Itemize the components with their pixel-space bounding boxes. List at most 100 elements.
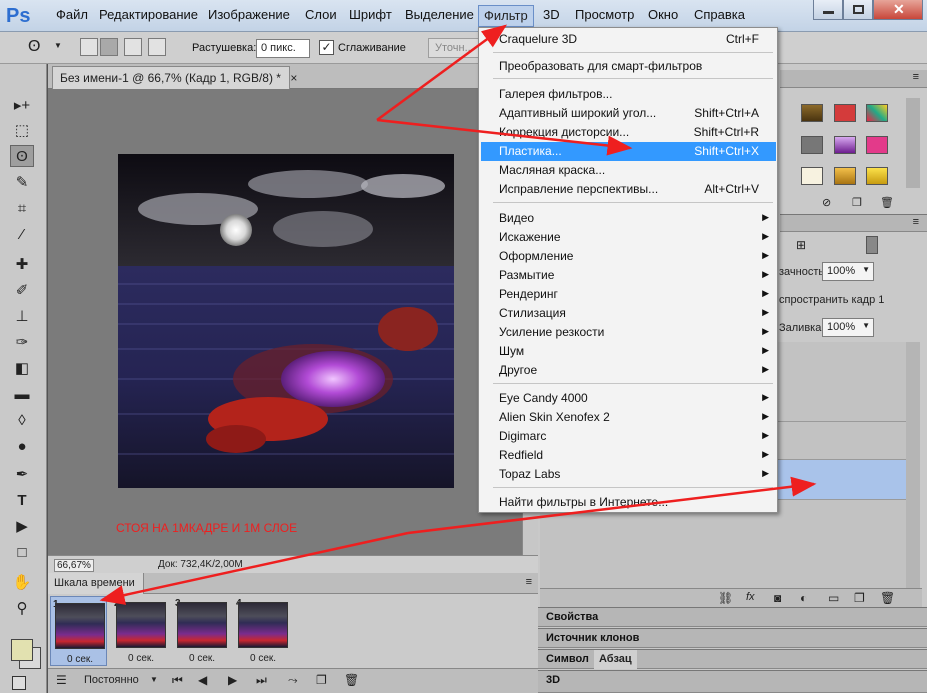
menu-edit[interactable]: Редактирование [99,7,198,22]
menu-item-stylize[interactable]: Стилизация [499,306,566,320]
new-layer-icon[interactable]: ❐ [854,591,865,605]
lasso-tool-icon[interactable]: ʘ [10,145,34,167]
type-tool-icon[interactable]: T [10,490,34,512]
style-swatch[interactable] [801,104,823,122]
link-layers-icon[interactable]: ⛓ [718,591,733,605]
menu-type[interactable]: Шрифт [349,7,392,22]
menu-item-adaptive-wide-angle[interactable]: Адаптивный широкий угол... [499,106,656,120]
brush-tool-icon[interactable]: ✐ [10,280,34,302]
menu-item-last-filter[interactable]: Craquelure 3D [499,32,577,46]
loop-select[interactable]: Постоянно [84,674,139,686]
layers-scrollbar[interactable] [906,342,920,590]
menu-filter[interactable]: Фильтр [478,5,534,27]
character-tab-label[interactable]: Символ [546,653,589,665]
fill-dropdown-icon[interactable]: ▼ [862,321,870,330]
opacity-input[interactable]: 100% ▼ [822,262,874,281]
filter-toggle-icon[interactable] [866,236,878,254]
eyedropper-tool-icon[interactable]: ⁄ [10,224,34,246]
adjustment-layer-icon[interactable]: ◐ [800,591,807,605]
feather-input[interactable]: 0 пикс. [256,39,310,58]
menu-layers[interactable]: Слои [305,7,337,22]
menu-item-topaz[interactable]: Topaz Labs [499,467,560,481]
menu-item-digimarc[interactable]: Digimarc [499,429,546,443]
menu-item-filter-gallery[interactable]: Галерея фильтров... [499,87,612,101]
timeline-frame-4[interactable]: 4 0 сек. [234,596,291,666]
tab-close-icon[interactable]: × [290,71,297,85]
lasso-preset-icon[interactable]: ʘ [28,38,40,56]
frame-delay[interactable]: 0 сек. [67,654,93,665]
duplicate-frame-icon[interactable]: ❐ [316,673,327,687]
antialias-checkbox[interactable]: ✓ [319,40,334,55]
frame-delay[interactable]: 0 сек. [189,653,215,664]
frame-delay[interactable]: 0 сек. [250,653,276,664]
next-frame-icon[interactable]: ⏭ [256,673,267,688]
mask-icon[interactable]: ◙ [774,591,781,605]
menu-3d[interactable]: 3D [543,7,560,22]
blur-tool-icon[interactable]: ◊ [10,410,34,432]
healing-brush-tool-icon[interactable]: ✚ [10,254,34,276]
timeline-title[interactable]: Шкала времени [48,573,144,594]
panel-menu-icon[interactable]: ≡ [913,216,919,228]
new-selection-icon[interactable] [80,38,98,56]
move-tool-icon[interactable]: ▸+ [10,95,34,117]
fx-icon[interactable]: fx [746,591,755,603]
gradient-tool-icon[interactable]: ▬ [10,384,34,406]
menu-help[interactable]: Справка [694,7,745,22]
style-swatch[interactable] [866,104,888,122]
paragraph-tab-label[interactable]: Абзац [594,650,637,669]
new-style-icon[interactable]: ❐ [852,196,862,209]
group-icon[interactable]: ▭ [828,591,839,605]
menu-item-lens-correction[interactable]: Коррекция дисторсии... [499,125,629,139]
menu-item-vanishing-point[interactable]: Исправление перспективы... [499,182,658,196]
minimize-button[interactable] [813,0,843,20]
history-brush-tool-icon[interactable]: ✑ [10,332,34,354]
quick-mask-icon[interactable] [12,676,26,690]
menu-item-sharpen[interactable]: Усиление резкости [499,325,604,339]
close-window-button[interactable]: ✕ [873,0,923,20]
menu-item-video[interactable]: Видео [499,211,534,225]
clear-style-icon[interactable]: ⊘ [822,196,831,209]
menu-item-other[interactable]: Другое [499,363,537,377]
timeline-menu-icon[interactable]: ≡ [526,576,532,588]
hand-tool-icon[interactable]: ✋ [10,572,34,594]
rectangle-tool-icon[interactable]: □ [10,542,34,564]
fill-input[interactable]: 100% ▼ [822,318,874,337]
zoom-tool-icon[interactable]: ⚲ [10,598,34,620]
menu-item-oil-paint[interactable]: Масляная краска... [499,163,605,177]
3d-panel-tab[interactable]: 3D [538,670,927,693]
menu-item-blur[interactable]: Размытие [499,268,554,282]
style-swatch[interactable] [866,136,888,154]
delete-layer-icon[interactable]: 🗑 [880,591,895,605]
style-swatch[interactable] [866,167,888,185]
menu-item-smart-filters[interactable]: Преобразовать для смарт-фильтров [499,59,702,73]
style-swatch[interactable] [834,104,856,122]
propagate-frame-label[interactable]: спространить кадр 1 [779,294,884,306]
menu-item-browse-online[interactable]: Найти фильтры в Интернете... [499,495,668,509]
quick-selection-tool-icon[interactable]: ✎ [10,172,34,194]
menu-select[interactable]: Выделение [405,7,474,22]
delete-style-icon[interactable]: 🗑 [880,196,894,209]
menu-file[interactable]: Файл [56,7,88,22]
style-swatch[interactable] [801,136,823,154]
frame-delay[interactable]: 0 сек. [128,653,154,664]
menu-item-redfield[interactable]: Redfield [499,448,543,462]
first-frame-icon[interactable]: ⏮ [172,673,183,688]
crop-tool-icon[interactable]: ⌗ [10,198,34,220]
preset-dropdown-arrow-icon[interactable]: ▼ [54,41,62,50]
properties-panel-tab[interactable]: Свойства [538,607,927,627]
menu-item-liquify[interactable]: Пластика... [499,144,562,158]
panel-menu-icon[interactable]: ≡ [913,71,919,83]
menu-item-distort[interactable]: Искажение [499,230,561,244]
menu-item-render[interactable]: Рендеринг [499,287,558,301]
menu-item-eye-candy[interactable]: Eye Candy 4000 [499,391,588,405]
foreground-color-swatch[interactable] [11,639,33,661]
zoom-level[interactable]: 66,67% [54,559,94,572]
menu-item-alien-skin[interactable]: Alien Skin Xenofex 2 [499,410,610,424]
menu-image[interactable]: Изображение [208,7,290,22]
timeline-frame-1[interactable]: 1 0 сек. [50,596,107,666]
style-swatch[interactable] [834,167,856,185]
delete-frame-icon[interactable]: 🗑 [344,673,359,687]
intersect-selection-icon[interactable] [148,38,166,56]
maximize-button[interactable] [843,0,873,20]
menu-item-noise[interactable]: Шум [499,344,524,358]
